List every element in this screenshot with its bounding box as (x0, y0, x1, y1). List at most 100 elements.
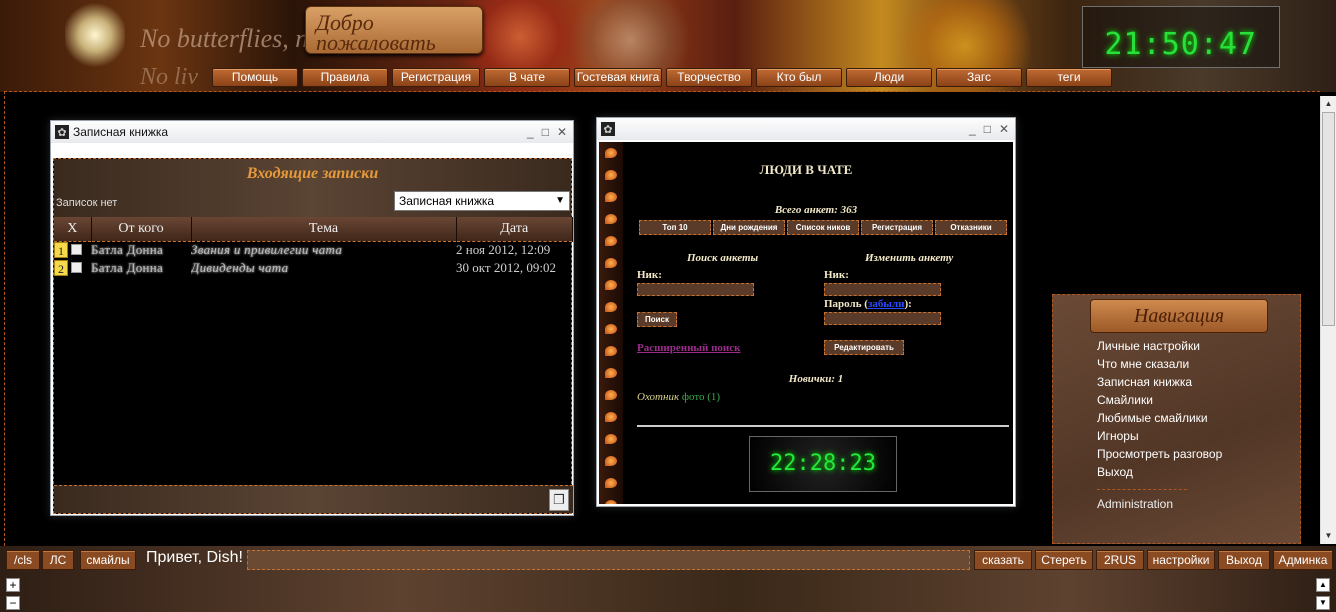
people-content: ЛЮДИ В ЧАТЕ Всего анкет: 363 Топ 10 Дни р… (599, 142, 1013, 504)
leaf-icon (605, 280, 617, 290)
frame-divider-left (4, 91, 5, 546)
row-date-text: 30 окт 2012, 09:02 (456, 260, 556, 275)
edit-nick-input[interactable] (824, 283, 941, 296)
column-header-from[interactable]: От кого (91, 217, 192, 242)
expand-icon[interactable]: + (6, 578, 20, 592)
topnav-item-4[interactable]: Гостевая книга (574, 68, 662, 87)
admin-panel-button[interactable]: Админка (1273, 550, 1333, 570)
people-tab-1[interactable]: Дни рождения (713, 220, 785, 235)
password-input[interactable] (824, 312, 941, 325)
scroll-down-icon[interactable]: ▼ (1316, 596, 1330, 610)
scroll-down-icon[interactable]: ▼ (1321, 528, 1336, 544)
topnav-item-9[interactable]: теги (1026, 68, 1112, 87)
topnav-item-2[interactable]: Регистрация (392, 68, 480, 87)
edit-nick-label: Ник: (824, 269, 849, 281)
close-icon[interactable]: ✕ (999, 122, 1009, 136)
people-tab-0[interactable]: Топ 10 (639, 220, 711, 235)
settings-button[interactable]: настройки (1147, 550, 1215, 570)
password-label: Пароль (забыли): (824, 298, 912, 310)
table-row[interactable]: 2 Батла Донна Дивиденды чата 30 окт 2012, … (54, 259, 573, 277)
chat-input-bar: /cls ЛС смайлы Привет, Dish! сказать Сте… (0, 546, 1336, 612)
maximize-icon[interactable]: □ (984, 122, 991, 136)
scroll-up-icon[interactable]: ▲ (1316, 578, 1330, 592)
row-checkbox[interactable] (71, 243, 83, 255)
page-scrollbar[interactable]: ▲ ▼ (1320, 96, 1336, 544)
topnav-item-3[interactable]: В чате (484, 68, 570, 87)
leaf-icon (605, 434, 617, 444)
row-subject[interactable]: Звания и привилегии чата (191, 241, 456, 259)
topnav-item-7[interactable]: Люди (846, 68, 932, 87)
leaf-border-decoration (599, 142, 623, 504)
edit-button[interactable]: Редактировать (824, 340, 904, 355)
chat-message-input[interactable] (247, 550, 970, 570)
minimize-icon[interactable]: _ (969, 122, 976, 136)
maximize-icon[interactable]: □ (542, 125, 549, 139)
navigation-item-3[interactable]: Смайлики (1097, 391, 1222, 409)
advanced-search-link[interactable]: Расширенный поиск (637, 342, 740, 354)
forgot-password-link[interactable]: забыли (868, 298, 905, 310)
topnav-item-6[interactable]: Кто был (756, 68, 842, 87)
newbie-photo-link[interactable]: фото (1) (682, 391, 720, 403)
notebook-footer: ❐ (54, 485, 573, 513)
navigation-item-4[interactable]: Любимые смайлики (1097, 409, 1222, 427)
people-tab-4[interactable]: Отказники (935, 220, 1007, 235)
notebook-titlebar[interactable]: ✿ Записная книжка _ □ ✕ (51, 121, 573, 143)
topnav-item-0[interactable]: Помощь (212, 68, 298, 87)
navigation-item-0[interactable]: Личные настройки (1097, 337, 1222, 355)
newbies-heading: Новички: 1 (788, 373, 844, 385)
erase-button[interactable]: Стереть (1035, 550, 1093, 570)
column-header-subject[interactable]: Тема (191, 217, 457, 242)
newbie-name[interactable]: Охотник (637, 391, 679, 403)
scroll-up-icon[interactable]: ▲ (1321, 96, 1336, 112)
exit-button[interactable]: Выход (1218, 550, 1270, 570)
notebook-folder-select[interactable]: Записная книжка ▼ (394, 191, 570, 211)
people-tab-2[interactable]: Список ников (787, 220, 859, 235)
search-nick-input[interactable] (637, 283, 754, 296)
flower-icon: ✿ (55, 125, 69, 139)
search-button[interactable]: Поиск (637, 312, 677, 327)
column-header-delete[interactable]: X (54, 217, 92, 242)
navigation-item-5[interactable]: Игноры (1097, 427, 1222, 445)
notebook-window: ✿ Записная книжка _ □ ✕ Входящие записки… (50, 120, 574, 516)
people-clock-time: 22:28:23 (770, 451, 876, 476)
translit-button[interactable]: 2RUS (1096, 550, 1144, 570)
scroll-thumb[interactable] (1322, 112, 1335, 326)
table-row[interactable]: 1 Батла Донна Звания и привилегии чата 2 н… (54, 241, 573, 259)
people-tab-3[interactable]: Регистрация (861, 220, 933, 235)
row-select-cell: 1 (54, 241, 91, 259)
smileys-button[interactable]: смайлы (80, 550, 136, 570)
collapse-icon[interactable]: − (6, 596, 20, 610)
navigation-item-1[interactable]: Что мне сказали (1097, 355, 1222, 373)
navigation-separator (1097, 489, 1187, 490)
navigation-item-2[interactable]: Записная книжка (1097, 373, 1222, 391)
row-from[interactable]: Батла Донна (91, 241, 191, 259)
administration-link[interactable]: Administration (1097, 497, 1173, 511)
header-clock-time: 21:50:47 (1104, 27, 1257, 62)
people-clock: 22:28:23 (749, 436, 897, 492)
row-checkbox[interactable] (71, 261, 83, 273)
topnav-item-5[interactable]: Творчество (666, 68, 752, 87)
private-message-button[interactable]: ЛС (42, 550, 74, 570)
clear-screen-button[interactable]: /cls (6, 550, 40, 570)
row-from[interactable]: Батла Донна (91, 259, 191, 277)
say-button[interactable]: сказать (974, 550, 1032, 570)
navigation-item-6[interactable]: Просмотреть разговор (1097, 445, 1222, 463)
people-window: ✿ _ □ ✕ ЛЮДИ В ЧАТЕ Всего анкет: 363 Топ… (596, 117, 1016, 507)
minimize-icon[interactable]: _ (527, 125, 534, 139)
navigation-item-7[interactable]: Выход (1097, 463, 1222, 481)
password-label-end: ): (904, 298, 912, 310)
leaf-icon (605, 302, 617, 312)
top-navigation: Помощь Правила Регистрация В чате Гостевая к… (212, 68, 1112, 88)
close-icon[interactable]: ✕ (557, 125, 567, 139)
row-subject[interactable]: Дивиденды чата (191, 259, 456, 277)
notes-table: X От кого Тема Дата 1 Батла Донна Звания … (54, 217, 573, 277)
topnav-item-8[interactable]: Загс (936, 68, 1022, 87)
search-heading: Поиск анкеты (687, 252, 759, 264)
window-controls: _ □ ✕ (969, 122, 1015, 136)
new-note-icon[interactable]: ❐ (549, 489, 569, 511)
topnav-item-1[interactable]: Правила (302, 68, 388, 87)
password-label-text: Пароль ( (824, 298, 868, 310)
people-titlebar[interactable]: ✿ _ □ ✕ (597, 118, 1015, 140)
column-header-date[interactable]: Дата (456, 217, 573, 242)
leaf-icon (605, 324, 617, 334)
